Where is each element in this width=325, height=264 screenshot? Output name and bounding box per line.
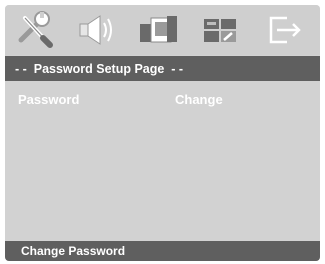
tab-audio[interactable] — [67, 5, 127, 55]
page-title: - - Password Setup Page - - — [5, 56, 320, 81]
status-bar: Change Password — [5, 241, 320, 261]
preferences-icon — [204, 19, 236, 42]
tools-icon — [18, 11, 53, 48]
tab-video[interactable] — [129, 5, 189, 55]
tab-exit[interactable] — [255, 5, 315, 55]
tab-preferences[interactable] — [191, 5, 251, 55]
status-text: Change Password — [21, 244, 126, 258]
display-icon — [140, 16, 177, 43]
tab-general[interactable] — [5, 5, 65, 55]
setup-menu-screen: - - Password Setup Page - - Password Cha… — [5, 5, 320, 261]
setting-row-password[interactable]: Password Change — [5, 92, 320, 112]
speaker-icon — [79, 15, 112, 45]
tab-bar — [5, 5, 320, 55]
setting-value[interactable]: Change — [175, 92, 223, 107]
setting-label: Password — [18, 92, 80, 107]
exit-icon — [269, 16, 301, 44]
settings-panel: Password Change — [5, 81, 320, 241]
